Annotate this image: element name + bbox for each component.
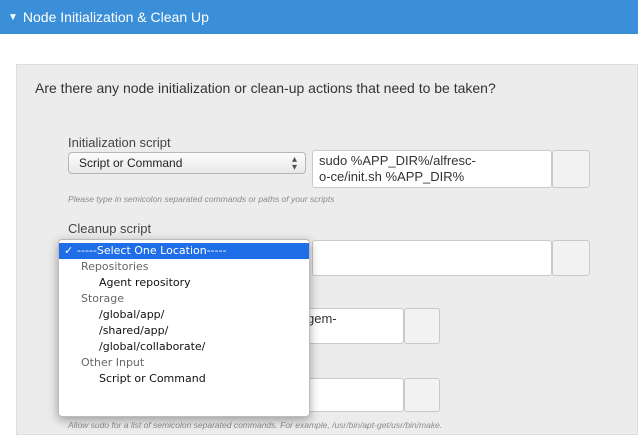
- section-title: Node Initialization & Clean Up: [22, 9, 209, 25]
- dropdown-group-other-input: Other Input: [81, 356, 145, 369]
- dropdown-option-agent-repository[interactable]: Agent repository: [59, 275, 309, 291]
- dropdown-option-script-or-command[interactable]: Script or Command: [59, 371, 309, 387]
- cleanup-command-side-box[interactable]: [552, 240, 590, 276]
- cleanup-location-dropdown[interactable]: ✓ -----Select One Location----- Reposito…: [58, 239, 310, 417]
- init-script-hint: Please type in semicolon separated comma…: [68, 194, 335, 204]
- dropdown-option-global-collaborate[interactable]: /global/collaborate/: [59, 339, 309, 355]
- checkmark-icon: ✓: [64, 244, 74, 257]
- dropdown-option-global-app[interactable]: /global/app/: [59, 307, 309, 323]
- init-script-type-select[interactable]: Script or Command ▴ ▾: [68, 152, 306, 174]
- partial-command-side-box-2[interactable]: [404, 378, 440, 412]
- cleanup-command-input[interactable]: [312, 240, 552, 276]
- partial-command-side-box[interactable]: [404, 308, 440, 344]
- select-arrows-icon: ▴ ▾: [291, 154, 297, 173]
- dropdown-option-shared-app[interactable]: /shared/app/: [59, 323, 309, 339]
- init-command-side-box[interactable]: [552, 150, 590, 188]
- dropdown-group-repositories: Repositories: [81, 260, 149, 273]
- init-command-line2: o-ce/init.sh %APP_DIR%: [319, 169, 465, 184]
- section-header[interactable]: ▼ Node Initialization & Clean Up: [0, 0, 638, 34]
- init-script-label: Initialization script: [68, 135, 171, 150]
- sudo-hint: Allow sudo for a list of semicolon separ…: [68, 420, 443, 430]
- partial-command-text: gem-: [307, 311, 337, 326]
- partial-command-input[interactable]: gem-: [300, 308, 404, 344]
- init-script-type-value: Script or Command: [79, 156, 183, 170]
- cleanup-script-label: Cleanup script: [68, 221, 152, 236]
- caret-down-icon: ▼: [8, 11, 18, 23]
- question-text: Are there any node initialization or cle…: [35, 80, 496, 96]
- dropdown-option-selected[interactable]: ✓ -----Select One Location-----: [59, 243, 309, 259]
- init-command-input[interactable]: sudo %APP_DIR%/alfresc- o-ce/init.sh %AP…: [312, 150, 552, 188]
- partial-command-input-2[interactable]: [300, 378, 404, 412]
- dropdown-group-storage: Storage: [81, 292, 125, 305]
- init-command-line1: sudo %APP_DIR%/alfresc-: [319, 153, 476, 168]
